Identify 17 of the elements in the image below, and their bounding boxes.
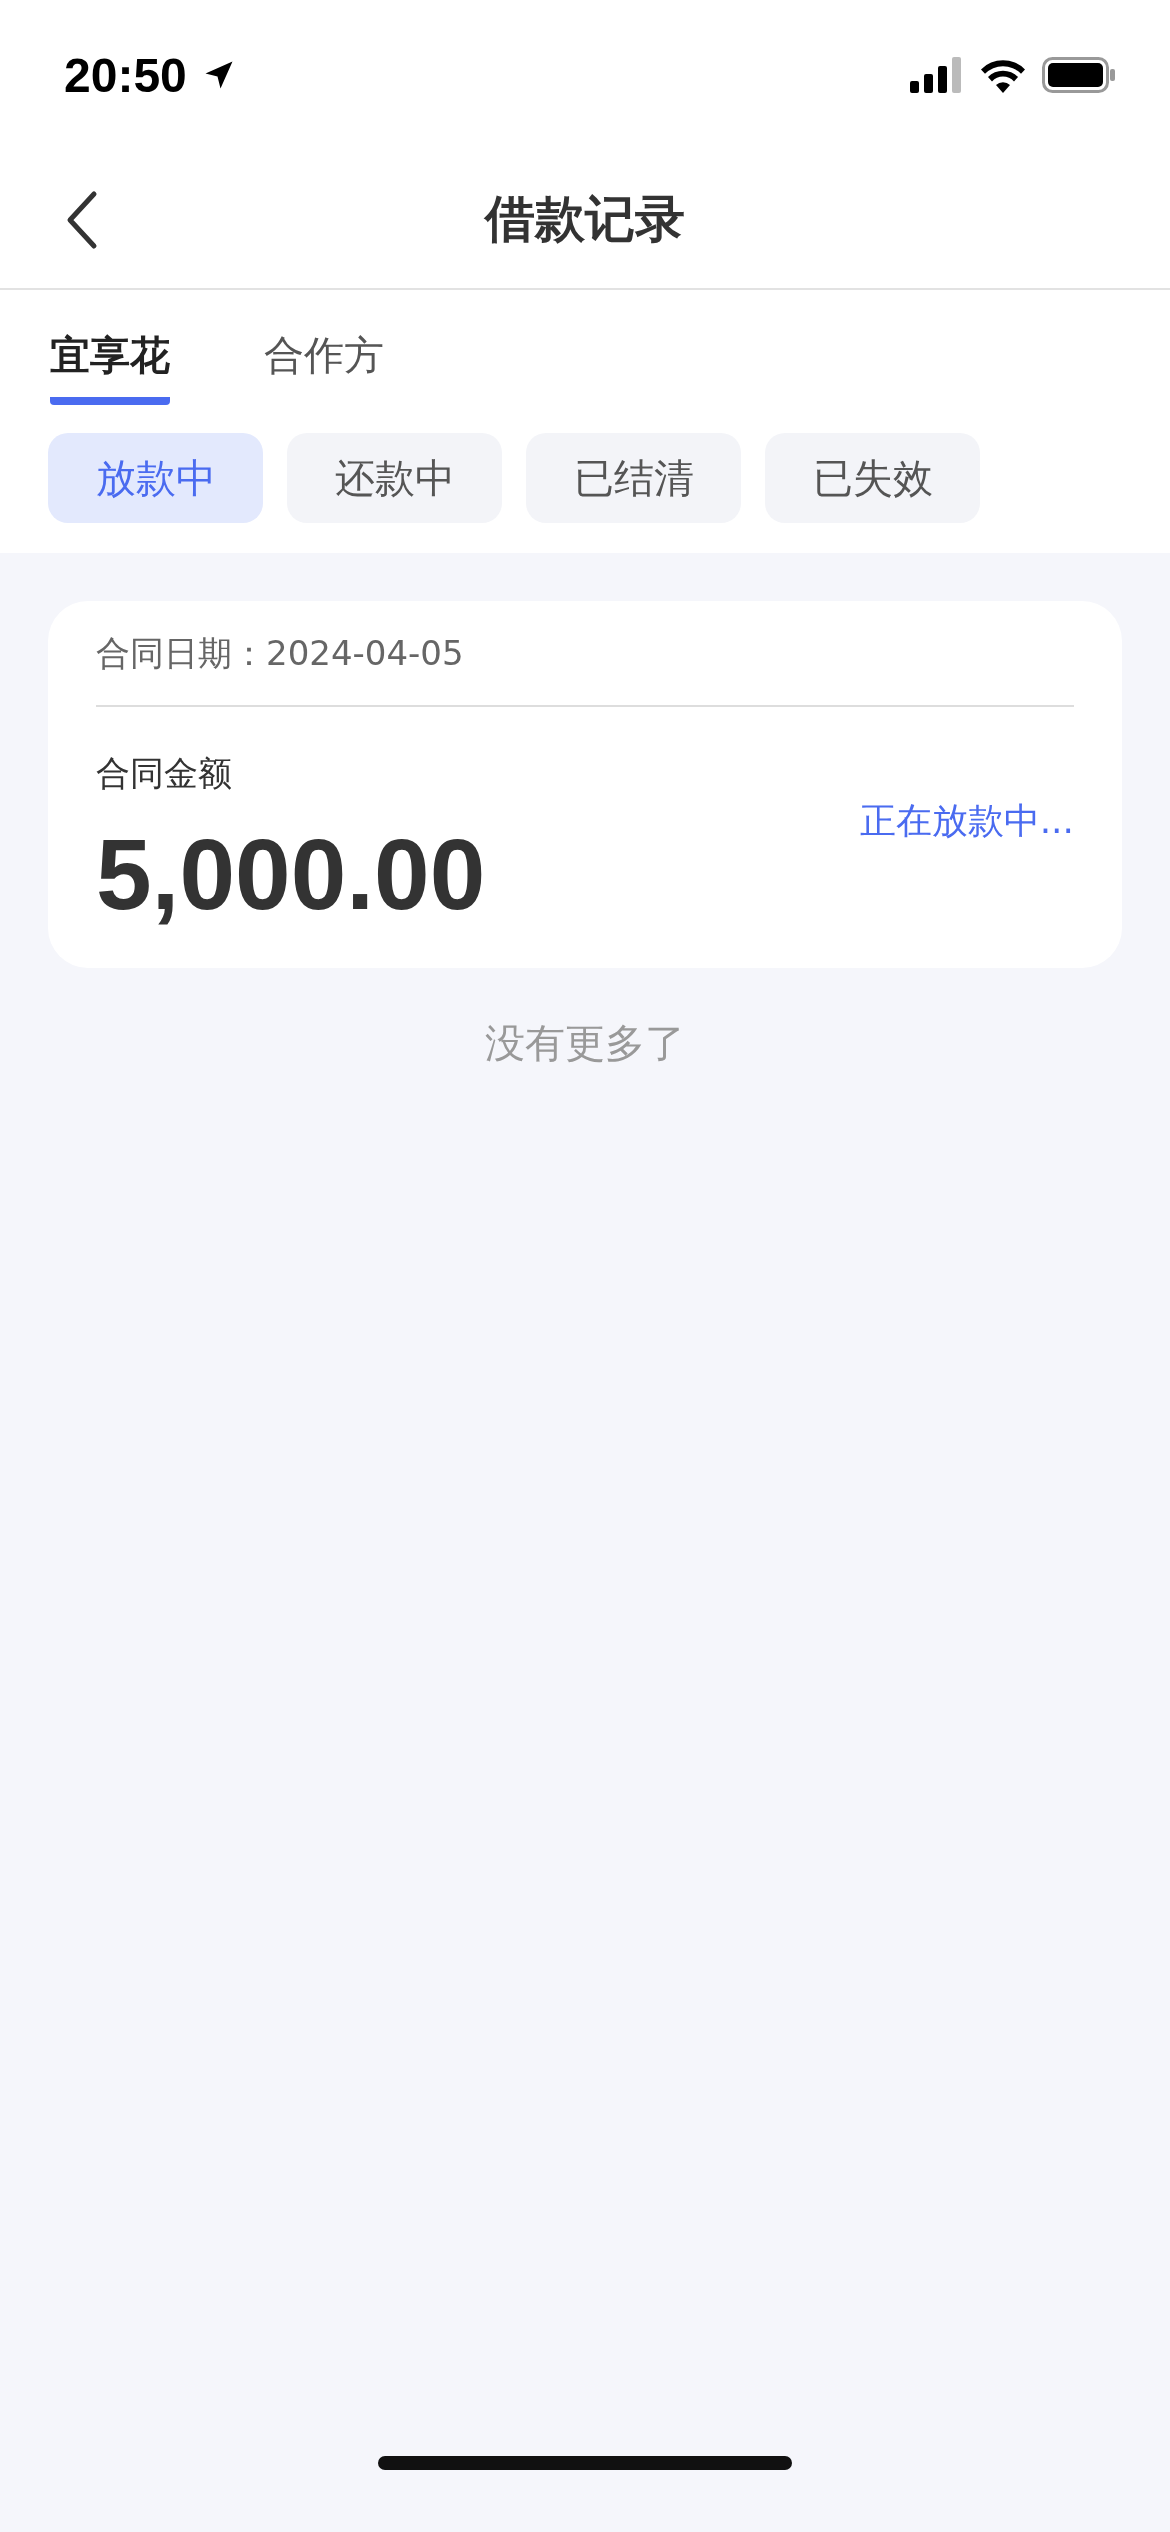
- tab[interactable]: 宜享花: [50, 328, 170, 405]
- wifi-icon: [978, 57, 1028, 93]
- filter-chip[interactable]: 还款中: [287, 433, 502, 523]
- loan-status: 正在放款中...: [859, 799, 1074, 843]
- amount-label: 合同金额: [96, 752, 233, 795]
- filter-chip[interactable]: 已失效: [765, 433, 980, 523]
- record-card[interactable]: 合同日期：2024-04-05 合同金额 5,000.00 正在放款中...: [48, 601, 1122, 968]
- no-more-text: 没有更多了: [485, 1019, 685, 1068]
- contract-date: 合同日期：2024-04-05: [96, 631, 1074, 707]
- status-time: 20:50: [64, 47, 187, 103]
- filter-chip[interactable]: 放款中: [48, 433, 263, 523]
- tab[interactable]: 合作方: [264, 328, 384, 405]
- battery-icon: [1042, 57, 1116, 93]
- contract-amount: 5,000.00: [96, 817, 486, 932]
- page-title: 借款记录: [485, 188, 685, 250]
- signal-icon: [910, 57, 964, 93]
- filter-chip[interactable]: 已结清: [526, 433, 741, 523]
